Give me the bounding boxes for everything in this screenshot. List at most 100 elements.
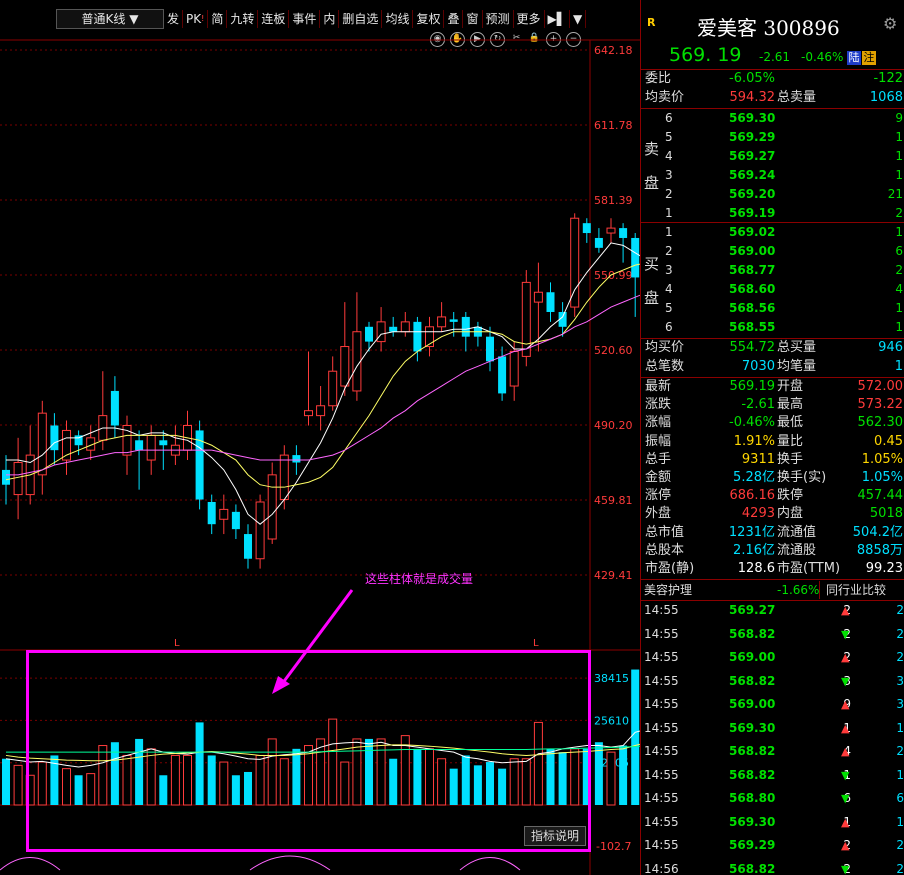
volume-axis-label: 25610	[594, 714, 629, 727]
industry-name[interactable]: 美容护理	[644, 581, 692, 599]
volume-bar-up	[437, 758, 447, 806]
asks-level-row[interactable]: 6 569.30 9	[641, 109, 904, 127]
stat-row: 涨幅 -0.46% 最低 562.30	[641, 414, 904, 432]
candle-body-down	[498, 356, 507, 394]
candle-body-up	[146, 434, 156, 461]
volume-bar-down	[292, 748, 301, 805]
volume-bar-down	[594, 742, 603, 805]
stat-row: 涨停 686.16 跌停 457.44	[641, 487, 904, 505]
volume-bar-up	[37, 761, 47, 806]
stat-v1: -2.61	[741, 397, 775, 413]
indicator-line	[0, 855, 521, 871]
volume-bar-up	[219, 761, 229, 806]
volume-bar-down	[619, 745, 628, 805]
arrow-down-icon: ▼	[841, 862, 850, 875]
asks-level-price: 569.24	[729, 168, 776, 182]
stat-l2: 最低	[777, 415, 804, 431]
divider	[641, 579, 904, 580]
asks-level-qty: 9	[895, 111, 903, 125]
stat-v2: 5018	[869, 506, 903, 522]
volume-bar-up	[170, 754, 180, 806]
volume-bar-up	[533, 721, 543, 806]
kline-chart[interactable]: 642.18 611.78 581.39 550.99 520.60 490.20 459.…	[0, 0, 640, 875]
stat-l1: 外盘	[645, 506, 672, 522]
candle-body-down	[546, 292, 555, 312]
per-deal-label: 均笔量	[777, 359, 817, 374]
price-pct: -0.46%	[801, 50, 844, 64]
asks-level-row[interactable]: 3 569.24 1	[641, 166, 904, 184]
stat-v2: 572.00	[857, 379, 904, 394]
gear-icon[interactable]: ⚙	[883, 14, 897, 33]
bids-level-qty: 6	[895, 244, 903, 258]
candle-body-up	[304, 410, 313, 417]
ma10-line	[5, 263, 640, 488]
stat-v1: -0.46%	[729, 415, 775, 431]
stat-l2: 内盘	[777, 506, 804, 522]
tick-price: 568.82	[729, 626, 776, 641]
volume-bar-down	[498, 768, 507, 805]
bids-level-index: 3	[665, 263, 673, 277]
stat-v1: 1.91%	[733, 433, 775, 449]
arrow-up-icon: ▲	[841, 745, 850, 758]
stat-row: 外盘 4293 内盘 5018	[641, 505, 904, 523]
volume-bar-down	[582, 748, 591, 805]
tick-time: 14:55	[644, 767, 679, 782]
per-deal-value: 1	[894, 359, 903, 374]
asks-level-row[interactable]: 2 569.20 21	[641, 185, 904, 203]
zhu-badge[interactable]: 注	[862, 51, 876, 65]
tick-time: 14:55	[644, 626, 679, 641]
bids-level-row[interactable]: 3 568.77 2	[641, 261, 904, 279]
weibi-label: 委比	[645, 71, 672, 86]
asks-level-row[interactable]: 1 569.19 2	[641, 204, 904, 222]
stat-l1: 总市值	[645, 524, 685, 540]
candle-body-up	[376, 321, 386, 343]
asks-level-index: 5	[665, 130, 673, 144]
bids-level-row[interactable]: 1 569.02 1	[641, 223, 904, 241]
stat-l1: 涨跌	[645, 397, 672, 413]
volume-bar-down	[74, 775, 83, 805]
candle-body-down	[2, 469, 10, 485]
volume-bar-down	[2, 758, 10, 805]
stat-l1: 最新	[645, 379, 672, 394]
volume-bar-up	[328, 718, 338, 806]
tick-price: 568.82	[729, 861, 776, 875]
asks-level-row[interactable]: 5 569.29 1	[641, 128, 904, 146]
candle-body-up	[340, 346, 350, 387]
stat-l1: 振幅	[645, 433, 672, 449]
tick-row: 14:55 569.27 2 ▲ 2	[641, 599, 904, 622]
volume-bar-down	[389, 758, 398, 805]
tick-time: 14:55	[644, 697, 679, 711]
stock-title: 爱美客 300896	[697, 16, 840, 40]
indicator-help-button[interactable]: 指标说明	[524, 826, 587, 846]
price-change: -2.61	[759, 50, 791, 64]
bids-level-row[interactable]: 2 569.00 6	[641, 242, 904, 260]
bids-level-row[interactable]: 4 568.60 4	[641, 280, 904, 298]
tick-row: 14:55 569.00 9 ▲ 3	[641, 693, 904, 716]
stat-l1: 涨停	[645, 488, 672, 504]
volume-bar-down	[558, 752, 567, 805]
bid-avg-row: 均买价 554.72 总买量 946	[641, 339, 904, 357]
stat-row: 振幅 1.91% 量比 0.45	[641, 433, 904, 451]
bid-side-label-1: 买	[644, 255, 660, 273]
bids-level-row[interactable]: 5 568.56 1	[641, 299, 904, 317]
stat-l1: 市盈(静)	[645, 561, 695, 576]
volume-bar-down	[486, 762, 494, 805]
industry-compare-tab[interactable]: 同行业比较	[819, 581, 886, 599]
bids-level-index: 5	[665, 301, 673, 315]
bids-level-row[interactable]: 6 568.55 1	[641, 318, 904, 336]
volume-bar-up	[98, 745, 108, 806]
stat-v1: 569.19	[729, 379, 776, 394]
bids-level-price: 568.56	[729, 301, 776, 315]
candle-body-down	[413, 321, 422, 352]
asks-level-row[interactable]: 4 569.27 1	[641, 147, 904, 165]
indicator-axis-label: -102.7	[596, 840, 631, 853]
bids-level-price: 569.00	[729, 244, 776, 258]
candle-body-down	[231, 511, 240, 530]
volume-bar-up	[146, 748, 156, 806]
weibi-value: -6.05%	[729, 71, 775, 86]
bids-level-index: 4	[665, 282, 673, 296]
candle-body-up	[279, 454, 289, 501]
volume-bar-up	[509, 758, 519, 806]
bids-level-price: 568.60	[729, 282, 776, 296]
lu-badge[interactable]: 陆	[847, 51, 861, 65]
